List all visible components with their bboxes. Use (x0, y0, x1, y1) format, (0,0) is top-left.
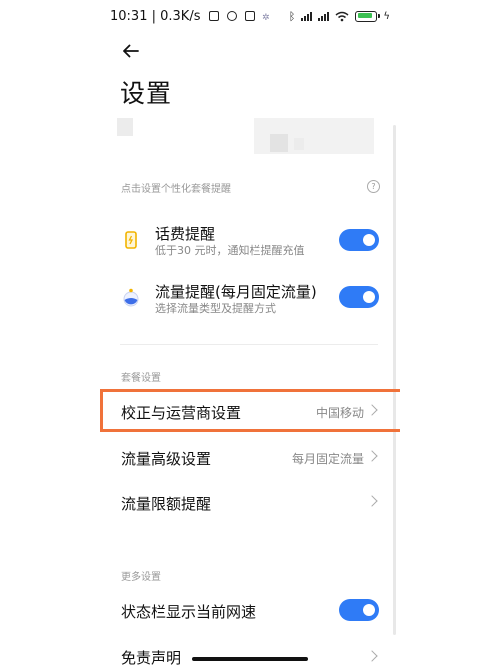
chevron-right-icon (366, 650, 378, 662)
dot-icon: ✲ (262, 13, 270, 23)
bill-reminder-title: 话费提醒 (155, 225, 216, 243)
signal-icon (301, 11, 313, 21)
bluetooth-icon: ᛒ (288, 9, 296, 23)
network-speed-toggle[interactable] (339, 599, 379, 621)
data-advanced-settings-item[interactable]: 流量高级设置 (121, 448, 211, 469)
section-title-package: 套餐设置 (121, 373, 161, 384)
carrier-value: 中国移动 (315, 406, 364, 420)
page-title: 设置 (120, 79, 173, 108)
status-left: 10:31 | 0.3K/s ✲ (110, 9, 270, 24)
data-reminder-title: 流量提醒(每月固定流量) (155, 283, 317, 301)
signal-icon-2 (318, 11, 330, 21)
notification-icon (208, 11, 219, 21)
chevron-right-icon (366, 450, 378, 462)
data-reminder-toggle[interactable] (339, 286, 379, 308)
chevron-right-icon (366, 404, 378, 416)
data-reminder-subtitle: 选择流量类型及提醒方式 (155, 302, 276, 315)
app-notification-icon (244, 11, 255, 21)
scrollbar[interactable] (393, 125, 396, 635)
alarm-icon (226, 11, 237, 21)
home-indicator[interactable] (192, 657, 308, 661)
status-bar: 10:31 | 0.3K/s ✲ ᛒ ϟ (0, 0, 500, 34)
arrow-left-icon (123, 44, 139, 58)
bill-reminder-toggle[interactable] (339, 229, 379, 251)
reminder-hint: 点击设置个性化套餐提醒 (121, 184, 231, 195)
blurred-placeholder (117, 118, 133, 136)
divider (120, 344, 378, 345)
data-limit-reminder-item[interactable]: 流量限额提醒 (121, 493, 211, 514)
show-network-speed-item: 状态栏显示当前网速 (121, 603, 257, 621)
battery-icon (355, 10, 381, 22)
data-plan-value: 每月固定流量 (291, 452, 364, 466)
blurred-account-info (254, 118, 374, 154)
question-circle-icon[interactable]: ? (367, 180, 380, 193)
bill-reminder-subtitle: 低于30 元时，通知栏提醒充值 (155, 244, 305, 257)
status-time: 10:31 (110, 9, 148, 24)
charging-icon: ϟ (383, 10, 390, 22)
wifi-icon (335, 11, 349, 21)
back-button[interactable] (118, 38, 144, 64)
section-title-more: 更多设置 (121, 572, 161, 583)
status-right: ᛒ ϟ (289, 9, 390, 23)
chevron-right-icon (366, 495, 378, 507)
phone-bill-icon (118, 227, 144, 253)
carrier-settings-item[interactable]: 校正与运营商设置 (121, 402, 241, 423)
data-drop-icon (118, 284, 144, 310)
network-speed: 0.3K/s (160, 9, 201, 24)
